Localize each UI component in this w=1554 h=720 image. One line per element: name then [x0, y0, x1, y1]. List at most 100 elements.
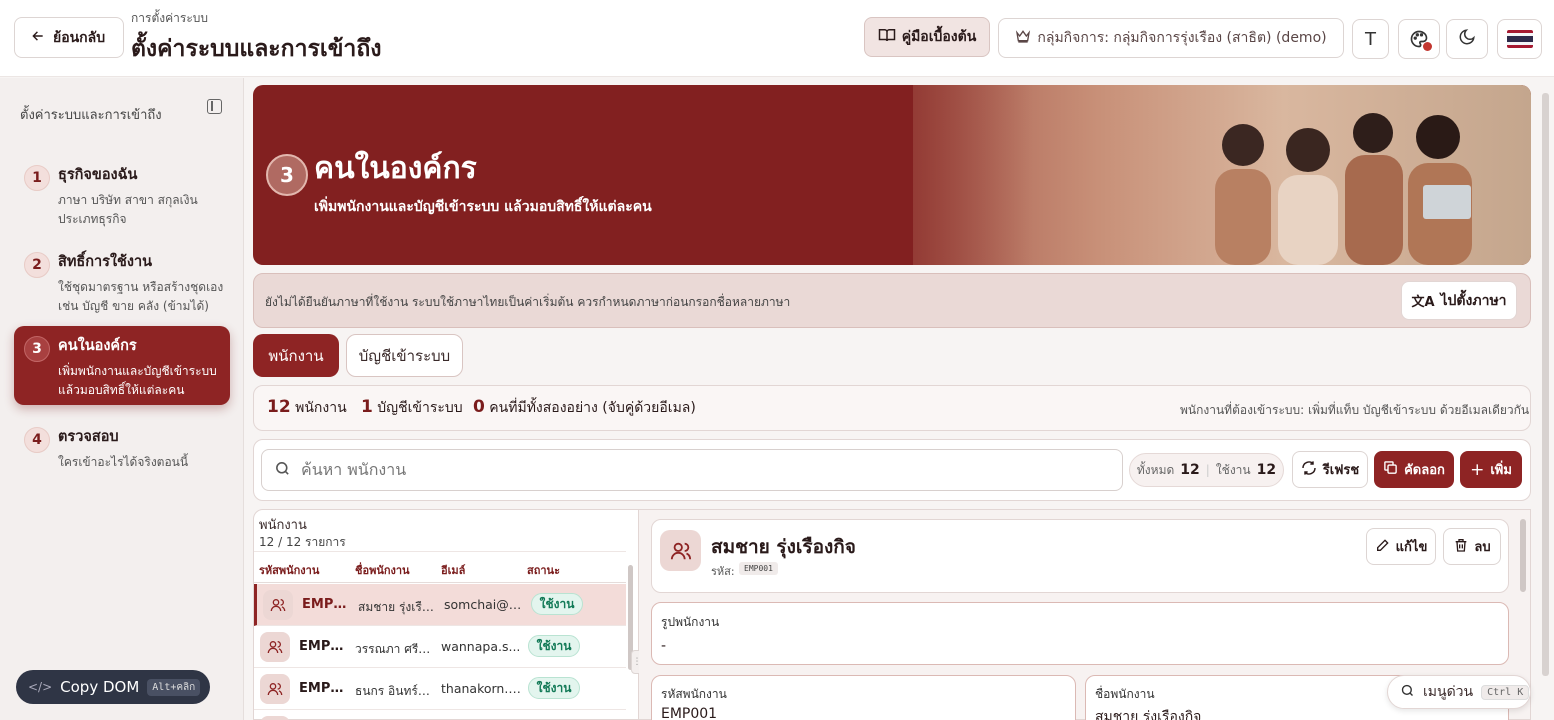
- row-code: EMP001: [302, 597, 354, 612]
- copy-icon: [1383, 460, 1398, 479]
- step-title: สิทธิ์การใช้งาน: [58, 254, 153, 270]
- step-desc: ใครเข้าอะไรได้จริงตอนนี้: [58, 455, 189, 469]
- hero-gradient: [813, 85, 1033, 265]
- step-desc: ภาษา บริษัท สาขา สกุลเงิน ประเภทธุรกิจ: [58, 193, 198, 226]
- dark-mode-button[interactable]: [1446, 19, 1488, 59]
- step-desc: ใช้ชุดมาตรฐาน หรือสร้างชุดเอง เช่น บัญชี…: [58, 280, 224, 313]
- go-language-label: ไปตั้งภาษา: [1440, 292, 1507, 309]
- quick-menu-button[interactable]: เมนูด่วน Ctrl K: [1387, 675, 1531, 709]
- active-label: ใช้งาน: [1215, 462, 1251, 477]
- row-code: EMP0...: [299, 639, 351, 654]
- step-number: 2: [24, 252, 50, 278]
- stat-both-count: 0: [473, 397, 485, 417]
- crown-icon: [1015, 28, 1031, 48]
- row-email: somchai@d...: [444, 597, 524, 612]
- employee-code-value: EMP001: [661, 706, 718, 720]
- employee-name-value: สมชาย รุ่งเรืองกิจ: [1095, 709, 1202, 720]
- row-code: EMP0...: [299, 681, 351, 696]
- status-badge: ใช้งาน: [531, 593, 583, 615]
- user-icon: [263, 590, 293, 620]
- step-number: 4: [24, 427, 50, 453]
- detail-scrollbar[interactable]: [1520, 519, 1526, 592]
- code-icon: </>: [28, 680, 53, 694]
- sidebar-title: ตั้งค่าระบบและการเข้าถึง: [20, 108, 162, 123]
- employee-name-label: ชื่อพนักงาน: [1095, 687, 1155, 701]
- arrow-left-icon: [31, 29, 45, 47]
- photo-value: -: [661, 638, 667, 654]
- org-selector[interactable]: กลุ่มกิจการ: กลุ่มกิจการรุ่งเรือง (สาธิต…: [998, 18, 1344, 58]
- user-icon: [260, 674, 290, 704]
- step-number: 1: [24, 165, 50, 191]
- copy-button[interactable]: คัดลอก: [1374, 451, 1454, 488]
- status-badge: ใช้งาน: [528, 635, 580, 657]
- user-avatar-icon: [660, 530, 701, 571]
- employee-code-label: รหัสพนักงาน: [661, 687, 727, 701]
- copy-dom-shortcut: Alt+คลิก: [147, 678, 201, 696]
- code-chip: EMP001: [739, 562, 778, 575]
- tab-accounts[interactable]: บัญชีเข้าระบบ: [346, 334, 463, 377]
- stat-employees-count: 12: [267, 397, 291, 417]
- search-placeholder: ค้นหา พนักงาน: [301, 459, 407, 479]
- moon-icon: [1458, 28, 1476, 50]
- translate-icon: 文A: [1411, 295, 1435, 310]
- sidebar-step-permissions[interactable]: 2 สิทธิ์การใช้งาน ใช้ชุดมาตรฐาน หรือสร้า…: [14, 242, 230, 320]
- refresh-button[interactable]: รีเฟรช: [1292, 451, 1368, 488]
- column-header-code[interactable]: รหัสพนักงาน: [259, 561, 319, 579]
- sidebar-step-people[interactable]: 3 คนในองค์กร เพิ่มพนักงานและบัญชีเข้าระบ…: [14, 326, 230, 405]
- delete-button[interactable]: ลบ: [1443, 528, 1501, 565]
- column-header-email[interactable]: อีเมล์: [441, 561, 465, 579]
- hero-step-number: 3: [266, 154, 308, 196]
- breadcrumb: การตั้งค่าระบบ: [131, 11, 208, 25]
- stat-employees-label: พนักงาน: [295, 400, 347, 416]
- divider: [254, 582, 626, 583]
- stat-accounts-label: บัญชีเข้าระบบ: [377, 400, 463, 416]
- add-label: เพิ่ม: [1490, 463, 1512, 478]
- search-icon: [1400, 683, 1415, 702]
- table-row[interactable]: EMP001 สมชาย รุ่งเรือ... somchai@d... ใช…: [254, 584, 626, 626]
- trash-icon: [1453, 537, 1469, 557]
- table-row[interactable]: [254, 710, 626, 720]
- step-title: คนในองค์กร: [58, 338, 137, 354]
- tab-employees[interactable]: พนักงาน: [253, 334, 339, 377]
- stat-both-label: คนที่มีทั้งสองอย่าง (จับคู่ด้วยอีเมล): [489, 400, 696, 416]
- edit-label: แก้ไข: [1395, 540, 1428, 555]
- sidebar-step-business[interactable]: 1 ธุรกิจของฉัน ภาษา บริษัท สาขา สกุลเงิน…: [14, 155, 230, 233]
- code-label: รหัส:: [711, 565, 735, 578]
- row-name: สมชาย รุ่งเรือ...: [358, 600, 440, 614]
- active-value: 12: [1256, 462, 1277, 478]
- theme-palette-button[interactable]: [1398, 19, 1440, 59]
- font-size-button[interactable]: T: [1352, 19, 1389, 59]
- sidebar-step-review[interactable]: 4 ตรวจสอบ ใครเข้าอะไรได้จริงตอนนี้: [14, 417, 230, 495]
- total-label: ทั้งหมด: [1136, 462, 1175, 477]
- hero-title: คนในองค์กร: [314, 151, 477, 186]
- copy-label: คัดลอก: [1404, 463, 1445, 478]
- copy-dom-button[interactable]: </> Copy DOM Alt+คลิก: [16, 670, 210, 704]
- language-flag-button[interactable]: [1497, 19, 1542, 59]
- book-icon: [878, 26, 896, 48]
- table-row[interactable]: EMP0... ธนกร อินทร์แก้ว thanakorn.i... ใ…: [254, 668, 626, 710]
- column-header-name[interactable]: ชื่อพนักงาน: [355, 561, 410, 579]
- stat-both: 0 คนที่มีทั้งสองอย่าง (จับคู่ด้วยอีเมล): [473, 397, 696, 419]
- back-button[interactable]: ย้อนกลับ: [14, 17, 124, 58]
- back-label: ย้อนกลับ: [53, 29, 106, 46]
- user-icon: [260, 716, 290, 720]
- page-scrollbar[interactable]: [1542, 93, 1549, 676]
- stat-accounts: 1 บัญชีเข้าระบบ: [361, 397, 463, 419]
- step-title: ธุรกิจของฉัน: [58, 167, 138, 183]
- list-title: พนักงาน: [259, 518, 307, 533]
- pencil-icon: [1375, 537, 1391, 557]
- add-button[interactable]: + เพิ่ม: [1460, 451, 1522, 488]
- table-row[interactable]: EMP0... วรรณภา ศรีสุ... wannapa.s... ใช้…: [254, 626, 626, 668]
- divider: [254, 551, 626, 552]
- row-name: ธนกร อินทร์แก้ว: [355, 684, 437, 698]
- photo-field: [651, 602, 1509, 665]
- guide-button[interactable]: คู่มือเบื้องต้น: [864, 17, 990, 57]
- go-language-settings-button[interactable]: 文A ไปตั้งภาษา: [1401, 281, 1517, 320]
- step-number: 3: [24, 336, 50, 362]
- edit-button[interactable]: แก้ไข: [1366, 528, 1436, 565]
- search-input[interactable]: ค้นหา พนักงาน: [261, 449, 1123, 491]
- employee-name: สมชาย รุ่งเรืองกิจ: [711, 536, 856, 558]
- sidebar-collapse-icon[interactable]: [207, 99, 222, 114]
- delete-label: ลบ: [1474, 540, 1491, 555]
- column-header-status[interactable]: สถานะ: [527, 561, 560, 579]
